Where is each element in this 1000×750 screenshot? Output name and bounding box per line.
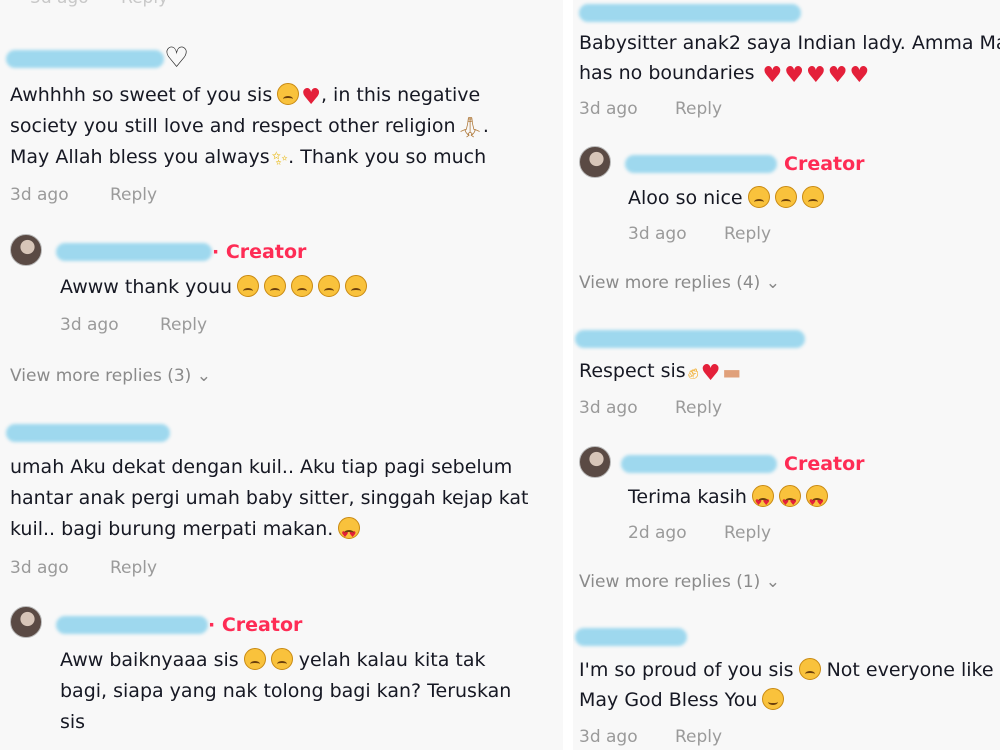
comment-text-line: May Allah bless you always ✨︎. Thank you …	[10, 146, 487, 170]
smiling-hearts-emoji-icon	[805, 485, 828, 518]
raised-fist-emoji-icon: ✊︎	[687, 360, 699, 384]
smiling-face-emoji-icon	[762, 688, 785, 710]
sad-face-emoji-icon	[264, 275, 287, 297]
sad-face-emoji-icon	[774, 186, 797, 208]
comment-text-line: umah Aku dekat dengan kuil.. Aku tiap pa…	[10, 456, 513, 478]
red-heart-emoji-icon: ♥	[806, 63, 826, 88]
like-heart-icon[interactable]: ♡	[164, 44, 189, 72]
reply-button[interactable]: Reply	[675, 727, 722, 747]
creator-badge: · Creator	[208, 614, 303, 636]
smiling-hearts-emoji-icon	[751, 485, 774, 518]
comment-text-line: Awhhhh so sweet of you sis ♥, in this neg…	[10, 83, 481, 110]
comment-text-line: society you still love and respect other…	[10, 115, 489, 139]
comment-text-line: has no boundaries ♥♥♥♥♥	[579, 62, 870, 88]
creator-avatar[interactable]	[579, 446, 611, 478]
chevron-down-icon: ⌄	[765, 572, 780, 592]
reply-button[interactable]: Reply	[110, 185, 157, 205]
left-comments-panel: 3d ago Reply ♡ Awhhhh so sweet of you si…	[0, 0, 563, 750]
comment-time: 3d ago	[579, 99, 638, 119]
redacted-username	[621, 455, 777, 473]
sparkles-emoji-icon: ✨︎	[271, 146, 289, 170]
sad-face-emoji-icon	[237, 275, 260, 297]
reply-button[interactable]: Reply	[675, 398, 722, 418]
sad-face-emoji-icon	[345, 275, 368, 297]
comment-text-line: Babysitter anak2 saya Indian lady. Amma …	[579, 32, 1000, 54]
creator-avatar[interactable]	[579, 146, 611, 178]
view-more-replies-link[interactable]: View more replies (3) ⌄	[10, 366, 211, 386]
smiling-hearts-emoji-icon	[338, 517, 361, 550]
red-heart-emoji-icon: ♥	[784, 63, 804, 88]
red-heart-emoji-icon: ♥	[849, 63, 870, 88]
sad-face-emoji-icon	[243, 648, 266, 670]
redacted-username	[6, 50, 164, 68]
bandage-emoji-icon: ▬	[722, 360, 742, 384]
folded-hands-emoji-icon: 🙏︎	[457, 115, 483, 139]
smiling-hearts-emoji-icon	[778, 485, 801, 518]
redacted-username	[56, 243, 212, 261]
comment-time: 3d ago	[579, 727, 638, 747]
sad-face-emoji-icon	[291, 275, 314, 297]
view-more-replies-link[interactable]: View more replies (1) ⌄	[579, 572, 780, 592]
reply-button[interactable]: Reply	[724, 523, 771, 543]
reply-text-line: bagi, siapa yang nak tolong bagi kan? Te…	[60, 680, 512, 702]
reply-text: Awww thank youu	[60, 272, 368, 303]
comment-time: 3d ago	[628, 224, 687, 244]
view-more-replies-link[interactable]: View more replies (4) ⌄	[579, 273, 780, 293]
redacted-username	[575, 330, 805, 348]
redacted-username	[579, 4, 801, 22]
sad-face-emoji-icon	[318, 275, 341, 297]
redacted-username	[625, 155, 777, 173]
sad-face-emoji-icon	[277, 83, 300, 105]
reply-button[interactable]: Reply	[110, 558, 157, 578]
reply-text: Terima kasih	[628, 482, 828, 518]
chevron-down-icon: ⌄	[765, 273, 780, 293]
creator-badge: Creator	[784, 153, 865, 175]
red-heart-emoji-icon: ♥	[762, 63, 783, 88]
sad-face-emoji-icon	[801, 186, 824, 208]
redacted-username	[575, 628, 687, 646]
redacted-username	[56, 616, 208, 634]
reply-button[interactable]: Reply	[724, 224, 771, 244]
creator-avatar[interactable]	[10, 606, 42, 638]
comment-text: Respect sis ✊︎♥ ▬	[579, 360, 742, 386]
sad-face-emoji-icon	[798, 658, 821, 680]
comment-time: 3d ago	[10, 185, 69, 205]
comment-time: 3d ago	[10, 558, 69, 578]
red-heart-emoji-icon: ♥	[301, 85, 321, 110]
comment-time: 3d ago	[579, 398, 638, 418]
right-comments-panel: Babysitter anak2 saya Indian lady. Amma …	[573, 0, 1000, 750]
comment-time: 2d ago	[628, 523, 687, 543]
creator-badge: · Creator	[212, 241, 307, 263]
reply-text-line: sis	[60, 711, 86, 733]
sad-face-emoji-icon	[747, 186, 770, 208]
comment-text-line: hantar anak pergi umah baby sitter, sing…	[10, 487, 529, 509]
chevron-down-icon: ⌄	[196, 366, 211, 386]
creator-badge: Creator	[784, 453, 865, 475]
red-heart-emoji-icon: ♥	[827, 63, 848, 88]
redacted-username	[6, 424, 170, 442]
reply-text: Aloo so nice	[628, 183, 824, 214]
creator-avatar[interactable]	[10, 234, 42, 266]
reply-button[interactable]: Reply	[675, 99, 722, 119]
comment-text-line: I'm so proud of you sis Not everyone lik…	[579, 658, 994, 681]
comment-text-line: May God Bless You	[579, 685, 785, 716]
comment-text-line: kuil.. bagi burung merpati makan.	[10, 514, 361, 550]
reply-button[interactable]: Reply	[160, 315, 207, 335]
comment-time: 3d ago	[60, 315, 119, 335]
reply-text-line: Aww baiknyaaa sis yelah kalau kita tak	[60, 648, 486, 671]
cut-off-meta: 3d ago Reply	[30, 0, 168, 8]
sad-face-emoji-icon	[270, 648, 293, 670]
red-heart-emoji-icon: ♥	[700, 361, 721, 386]
